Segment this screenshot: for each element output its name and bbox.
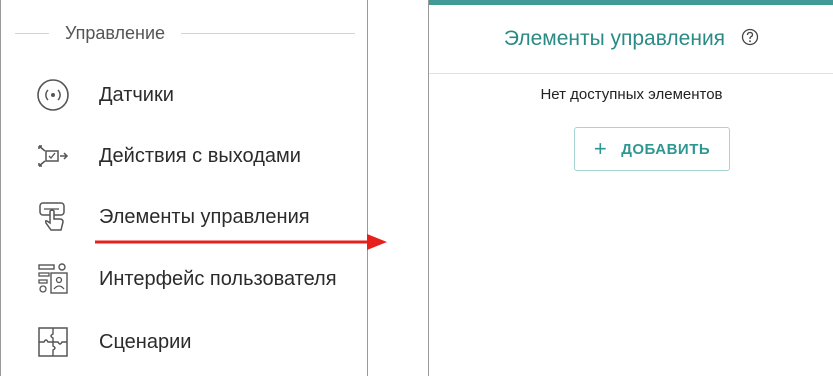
plus-icon: + (593, 136, 608, 161)
menu-item-user-interface[interactable]: Интерфейс пользователя (33, 257, 337, 301)
panel-title: Элементы управления (503, 27, 726, 50)
menu-item-label: Действия с выходами (99, 144, 301, 167)
puzzle-icon (33, 322, 73, 362)
add-button[interactable]: + ДОБАВИТЬ (574, 127, 730, 171)
menu-item-output-actions[interactable]: Действия с выходами (33, 134, 301, 178)
menu-item-label: Сценарии (99, 330, 192, 353)
section-title: Управление (65, 22, 166, 43)
user-interface-icon (33, 259, 73, 299)
menu-item-label: Элементы управления (99, 205, 310, 228)
left-panel: Управление Датчики Действия с выходами Э… (0, 0, 387, 376)
menu-item-label: Интерфейс пользователя (99, 267, 337, 290)
add-button-label: ДОБАВИТЬ (621, 140, 711, 158)
touch-control-icon (33, 197, 73, 237)
panel-header: Элементы управления (429, 5, 833, 74)
menu-item-label: Датчики (99, 83, 174, 106)
divider (15, 32, 49, 34)
menu-item-sensors[interactable]: Датчики (33, 73, 174, 117)
output-actions-icon (33, 136, 73, 176)
red-arrow (95, 234, 387, 250)
right-panel: Элементы управления Нет доступных элемен… (428, 0, 833, 376)
menu-item-scenarios[interactable]: Сценарии (33, 320, 191, 364)
section-header: Управление (15, 18, 355, 48)
divider (181, 32, 355, 34)
empty-state-text: Нет доступных элементов (540, 86, 723, 103)
sensor-icon (33, 75, 73, 115)
help-icon[interactable] (741, 28, 759, 51)
